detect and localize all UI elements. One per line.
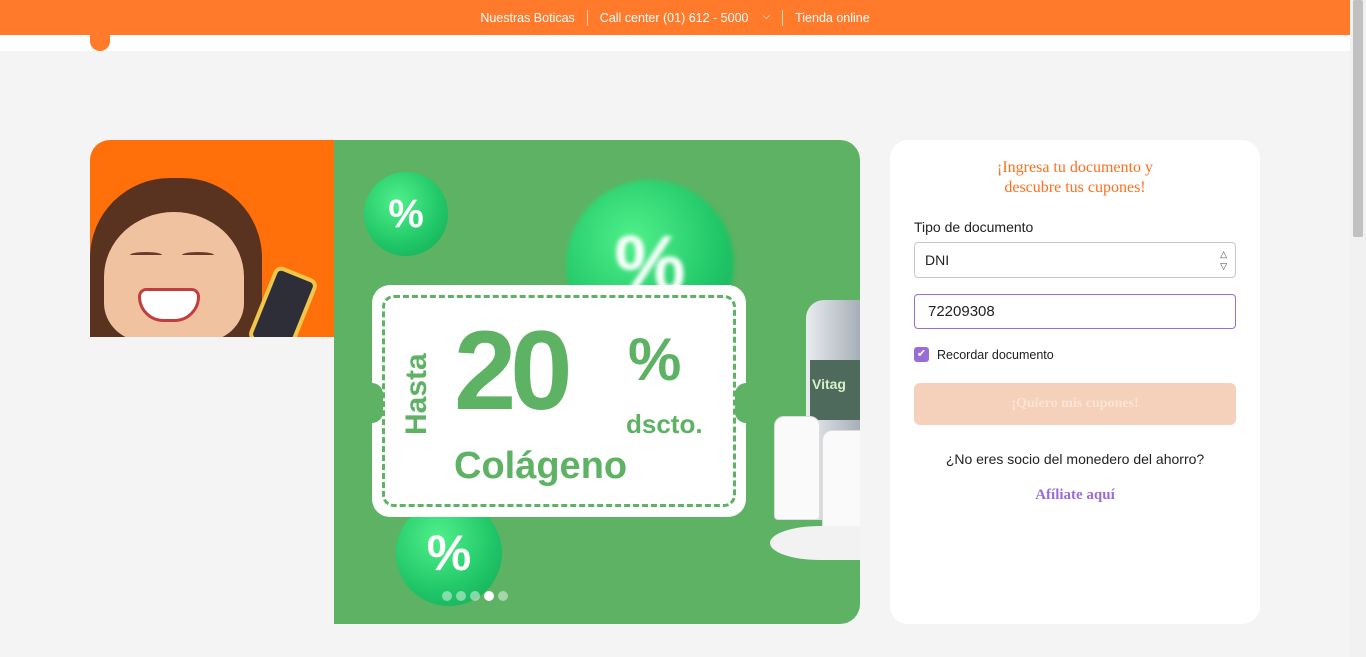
- form-title: ¡Ingresa tu documento y descubre tus cup…: [997, 159, 1153, 196]
- affiliate-link[interactable]: Afíliate aquí: [890, 487, 1260, 504]
- remember-checkbox[interactable]: ✔: [914, 347, 929, 362]
- coupon-upto-text: Hasta: [400, 353, 433, 435]
- coupon-graphic: Hasta 20 % dscto. Colágeno: [361, 285, 757, 517]
- stores-link[interactable]: Nuestras Boticas: [468, 11, 586, 25]
- doc-type-label: Tipo de documento: [914, 219, 1034, 235]
- promo-banner[interactable]: % % % Hasta 20 % dscto. Colágeno Vitag: [90, 140, 860, 624]
- online-store-link[interactable]: Tienda online: [783, 11, 882, 25]
- doc-number-input[interactable]: [914, 294, 1236, 329]
- carousel-dot[interactable]: [498, 591, 508, 601]
- call-center-label[interactable]: Call center (01) 612 - 5000: [600, 11, 749, 25]
- chevron-down-icon[interactable]: ⌵: [763, 11, 771, 22]
- select-arrows-icon[interactable]: △ ▽: [1220, 248, 1227, 272]
- get-coupons-button[interactable]: ¡Quiero mis cupones!: [914, 383, 1236, 425]
- online-store-label[interactable]: Tienda online: [795, 11, 870, 25]
- carousel-dot[interactable]: [442, 591, 452, 601]
- call-center-dropdown[interactable]: Call center (01) 612 - 5000 ⌵: [588, 11, 782, 25]
- scrollbar-thumb[interactable]: [1353, 0, 1363, 237]
- header-strip: [0, 35, 1350, 51]
- promo-slide: % % % Hasta 20 % dscto. Colágeno Vitag: [334, 140, 860, 624]
- coupon-value: 20: [454, 308, 573, 433]
- percent-badge-icon: %: [364, 172, 448, 256]
- remember-row[interactable]: ✔ Recordar documento: [914, 347, 1054, 362]
- not-member-text: ¿No eres socio del monedero del ahorro?: [945, 451, 1205, 467]
- product-image: Vitag: [770, 290, 860, 560]
- promo-photo: [90, 140, 334, 337]
- logo[interactable]: [90, 31, 110, 51]
- carousel-dot[interactable]: [470, 591, 480, 601]
- top-bar: Nuestras Boticas Call center (01) 612 - …: [0, 0, 1350, 35]
- carousel-dot[interactable]: [456, 591, 466, 601]
- scrollbar[interactable]: [1350, 0, 1366, 657]
- carousel-dot-active[interactable]: [484, 591, 494, 601]
- product-label: Vitag: [810, 360, 860, 420]
- coupon-discount: dscto.: [626, 409, 703, 439]
- coupon-form-card: ¡Ingresa tu documento y descubre tus cup…: [890, 140, 1260, 624]
- doc-type-value[interactable]: DNI: [925, 252, 949, 268]
- coupon-percent: %: [628, 326, 682, 393]
- doc-type-select[interactable]: DNI △ ▽: [914, 242, 1236, 278]
- stores-link-label[interactable]: Nuestras Boticas: [480, 11, 574, 25]
- remember-label[interactable]: Recordar documento: [937, 348, 1054, 362]
- carousel-dots: [442, 591, 508, 601]
- coupon-product: Colágeno: [454, 445, 628, 487]
